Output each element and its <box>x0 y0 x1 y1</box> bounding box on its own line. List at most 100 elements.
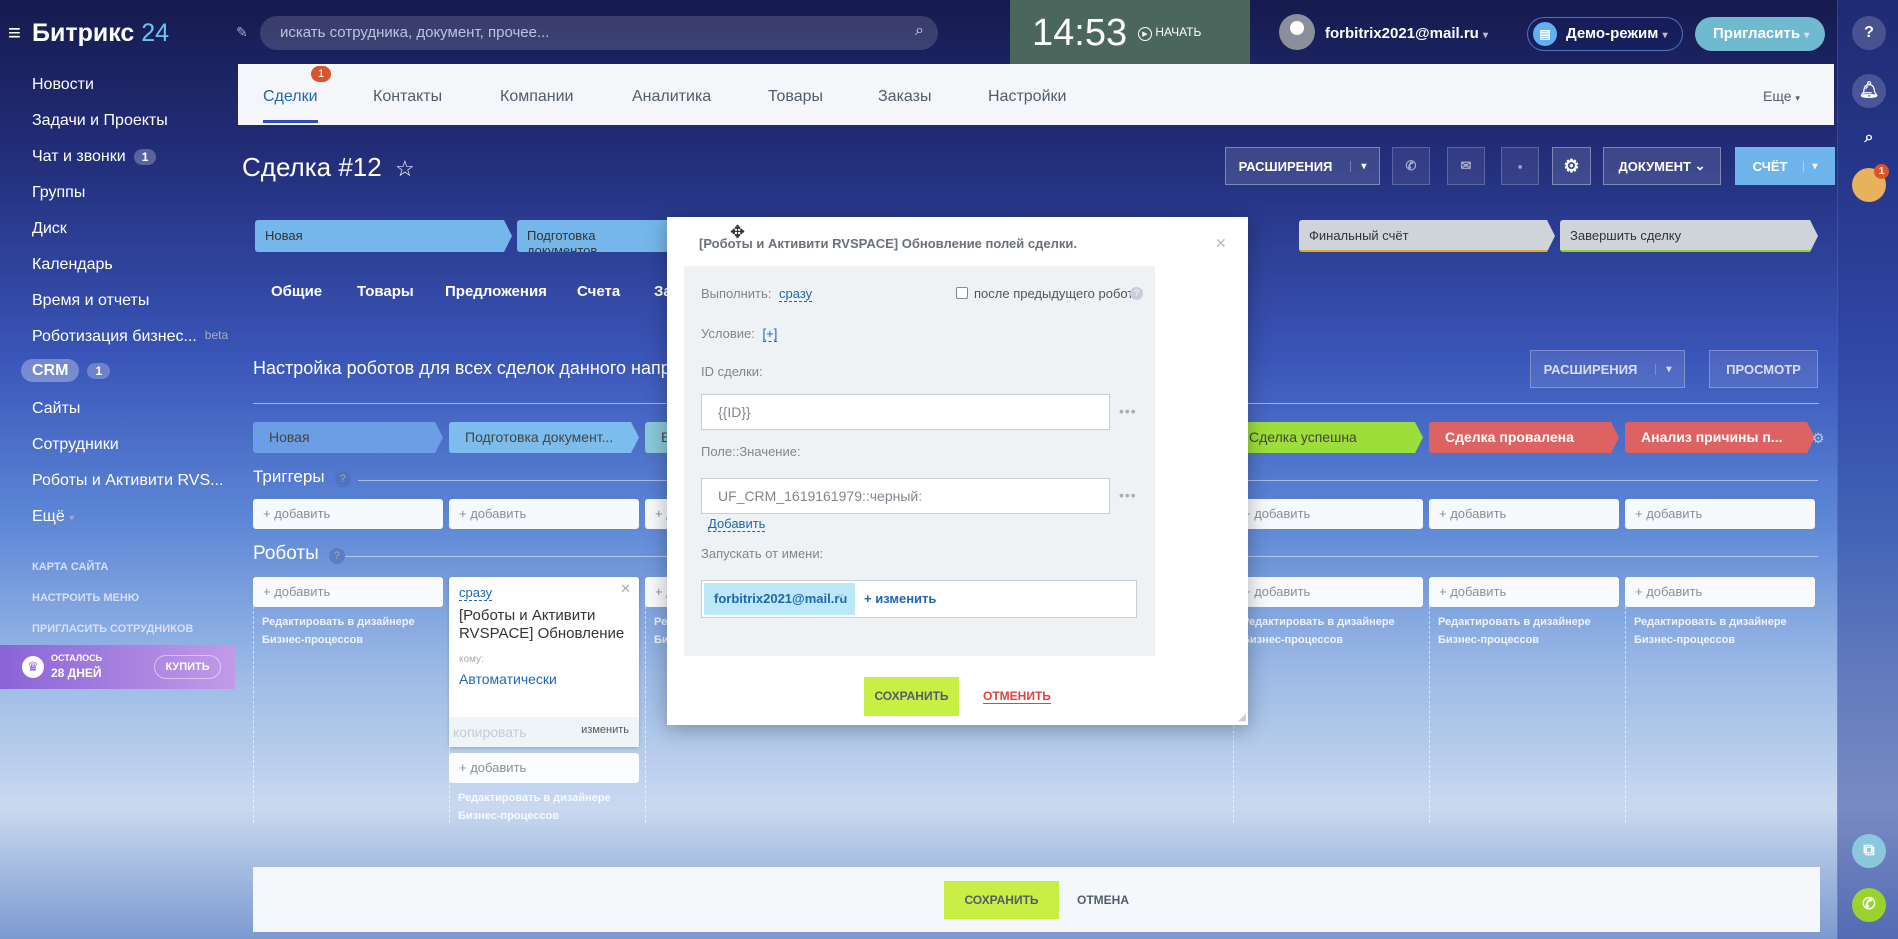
help-icon[interactable]: ? <box>328 548 345 564</box>
resize-handle-icon[interactable]: ◢ <box>1238 712 1246 723</box>
preview-button[interactable]: ПРОСМОТР <box>1709 350 1818 388</box>
sidebar-item-tasks[interactable]: Задачи и Проекты <box>32 112 168 130</box>
sidebar-item-calendar[interactable]: Календарь <box>32 256 113 274</box>
after-previous-label[interactable]: после предыдущего робота <box>974 286 1140 301</box>
add-robot-button[interactable]: + добавить <box>1233 577 1423 607</box>
search-icon[interactable]: ⌕ <box>1852 121 1886 155</box>
add-robot-button[interactable]: + добавить <box>253 577 443 607</box>
robot-card[interactable]: сразу ✕ [Роботы и Активити RVSPACE] Обно… <box>449 577 639 747</box>
progress-stage-close[interactable]: Завершить сделку <box>1560 220 1818 252</box>
avatar[interactable]: 1 <box>1852 164 1889 202</box>
more-icon[interactable]: ••• <box>1119 403 1137 419</box>
tab-products[interactable]: Товары <box>768 88 823 106</box>
cancel-button[interactable]: ОТМЕНА <box>1077 893 1129 907</box>
add-robot-button[interactable]: + добавить <box>1429 577 1619 607</box>
menu-icon[interactable]: ≡ <box>8 20 21 46</box>
sitemap-link[interactable]: КАРТА САЙТА <box>32 561 108 573</box>
dialog-title[interactable]: [Роботы и Активити RVSPACE] Обновление п… <box>699 236 1077 251</box>
sidebar-item-disk[interactable]: Диск <box>32 220 67 238</box>
deal-id-input[interactable]: {{ID}} <box>701 394 1110 430</box>
call-icon[interactable]: ✆ <box>1392 147 1430 185</box>
close-icon[interactable]: ✕ <box>1215 235 1227 252</box>
section-tab-general[interactable]: Общие <box>271 283 322 300</box>
tab-companies[interactable]: Компании <box>500 88 574 106</box>
tab-orders[interactable]: Заказы <box>878 88 931 106</box>
user-avatar[interactable] <box>1279 14 1315 50</box>
more-icon[interactable]: ••• <box>1119 487 1137 503</box>
sidebar-item-more[interactable]: Ещё ▾ <box>32 508 74 526</box>
add-robot-button[interactable]: + добавить <box>449 753 639 783</box>
edit-link[interactable]: изменить <box>581 724 629 736</box>
add-trigger-button[interactable]: + добавить <box>449 499 639 529</box>
star-icon[interactable]: ☆ <box>395 156 415 181</box>
progress-stage-new[interactable]: Новая <box>255 220 512 252</box>
field-value-input[interactable]: UF_CRM_1619161979::черный: <box>701 478 1110 514</box>
run-when-link[interactable]: сразу <box>779 286 813 302</box>
robot-when-link[interactable]: сразу <box>459 585 493 601</box>
change-user-link[interactable]: + изменить <box>864 591 936 606</box>
bell-icon[interactable]: 🔔︎ <box>1852 74 1886 108</box>
dialog-save-button[interactable]: СОХРАНИТЬ <box>864 677 959 716</box>
add-robot-button[interactable]: + добавить <box>1625 577 1815 607</box>
tab-contacts[interactable]: Контакты <box>373 88 442 106</box>
timeman-block[interactable]: 14:53 ▶ НАЧАТЬ <box>1010 0 1250 64</box>
pencil-icon[interactable]: ✎ <box>236 24 248 41</box>
tab-settings[interactable]: Настройки <box>988 88 1066 106</box>
column-stage[interactable]: Сделка провалена <box>1429 422 1619 453</box>
chat-icon[interactable]: ▪ <box>1501 147 1539 185</box>
progress-stage-docs[interactable]: Подготовка документов <box>517 220 677 252</box>
add-field-link[interactable]: Добавить <box>708 516 766 532</box>
save-button[interactable]: СОХРАНИТЬ <box>944 881 1059 919</box>
edit-in-designer-link[interactable]: Редактировать в дизайнере Бизнес-процесс… <box>262 613 442 649</box>
sidebar-item-sites[interactable]: Сайты <box>32 400 80 418</box>
search-icon[interactable]: ⌕ <box>915 22 924 40</box>
demo-mode-button[interactable]: ▤ Демо-режим ▾ <box>1527 17 1683 51</box>
edit-in-designer-link[interactable]: Редактировать в дизайнере Бизнес-процесс… <box>1438 613 1618 649</box>
copy-link[interactable]: копировать <box>453 724 527 740</box>
sidebar-item-news[interactable]: Новости <box>32 76 94 94</box>
sidebar-item-robots-rvs[interactable]: Роботы и Активити RVS... <box>32 472 223 490</box>
after-previous-checkbox[interactable] <box>956 287 968 299</box>
column-stage[interactable]: Сделка успешна <box>1233 422 1423 453</box>
robots-extensions-button[interactable]: РАСШИРЕНИЯ ▾ <box>1530 350 1685 388</box>
add-condition-link[interactable]: [+] <box>762 326 778 342</box>
extensions-button[interactable]: РАСШИРЕНИЯ ▾ <box>1225 147 1380 185</box>
invite-employees-link[interactable]: ПРИГЛАСИТЬ СОТРУДНИКОВ <box>32 623 193 635</box>
remove-icon[interactable]: ✕ <box>837 592 845 603</box>
document-button[interactable]: ДОКУМЕНТ ⌄ <box>1603 147 1721 185</box>
add-trigger-button[interactable]: + добавить <box>1625 499 1815 529</box>
column-stage[interactable]: Анализ причины п... <box>1625 422 1815 453</box>
add-trigger-button[interactable]: + добавить <box>1233 499 1423 529</box>
run-as-selector[interactable]: forbitrix2021@mail.ru ✕ + изменить <box>701 580 1137 618</box>
search-input[interactable]: искать сотрудника, документ, прочее... ⌕ <box>260 16 938 50</box>
edit-in-designer-link[interactable]: Редактировать в дизайнере Бизнес-процесс… <box>1242 613 1422 649</box>
close-icon[interactable]: ✕ <box>620 581 631 597</box>
help-icon[interactable]: ? <box>1852 16 1886 50</box>
sidebar-item-groups[interactable]: Группы <box>32 184 85 202</box>
tab-deals[interactable]: Сделки 1 <box>263 66 331 123</box>
open-lines-icon[interactable]: ⧉ <box>1852 834 1886 868</box>
start-button[interactable]: ▶ НАЧАТЬ <box>1138 25 1201 41</box>
gear-icon[interactable]: ⚙ <box>1812 430 1825 447</box>
add-trigger-button[interactable]: + добавить <box>253 499 443 529</box>
sidebar-item-time[interactable]: Время и отчеты <box>32 292 149 310</box>
mail-icon[interactable]: ✉ <box>1447 147 1485 185</box>
invite-button[interactable]: Пригласить ▾ <box>1695 17 1825 51</box>
buy-button[interactable]: КУПИТЬ <box>154 655 221 679</box>
add-trigger-button[interactable]: + добавить <box>1429 499 1619 529</box>
section-tab-invoices[interactable]: Счета <box>577 283 620 300</box>
sidebar-item-employees[interactable]: Сотрудники <box>32 436 119 454</box>
section-tab-offers[interactable]: Предложения <box>445 283 547 300</box>
help-icon[interactable]: ? <box>1130 287 1143 300</box>
help-icon[interactable]: ? <box>334 471 351 487</box>
progress-stage-final-invoice[interactable]: Финальный счёт <box>1299 220 1555 252</box>
sidebar-item-automation[interactable]: Роботизация бизнес... beta <box>32 328 228 346</box>
phone-icon[interactable]: ✆ <box>1852 888 1886 922</box>
edit-in-designer-link[interactable]: Редактировать в дизайнере Бизнес-процесс… <box>1634 613 1814 649</box>
column-stage[interactable]: Новая <box>253 422 443 453</box>
tab-more[interactable]: Еще ▾ <box>1763 88 1800 104</box>
section-tab-products[interactable]: Товары <box>357 283 414 300</box>
dialog-cancel-button[interactable]: ОТМЕНИТЬ <box>983 689 1051 704</box>
sidebar-item-chat[interactable]: Чат и звонки 1 <box>32 148 157 166</box>
column-stage[interactable]: Подготовка документ... <box>449 422 639 453</box>
